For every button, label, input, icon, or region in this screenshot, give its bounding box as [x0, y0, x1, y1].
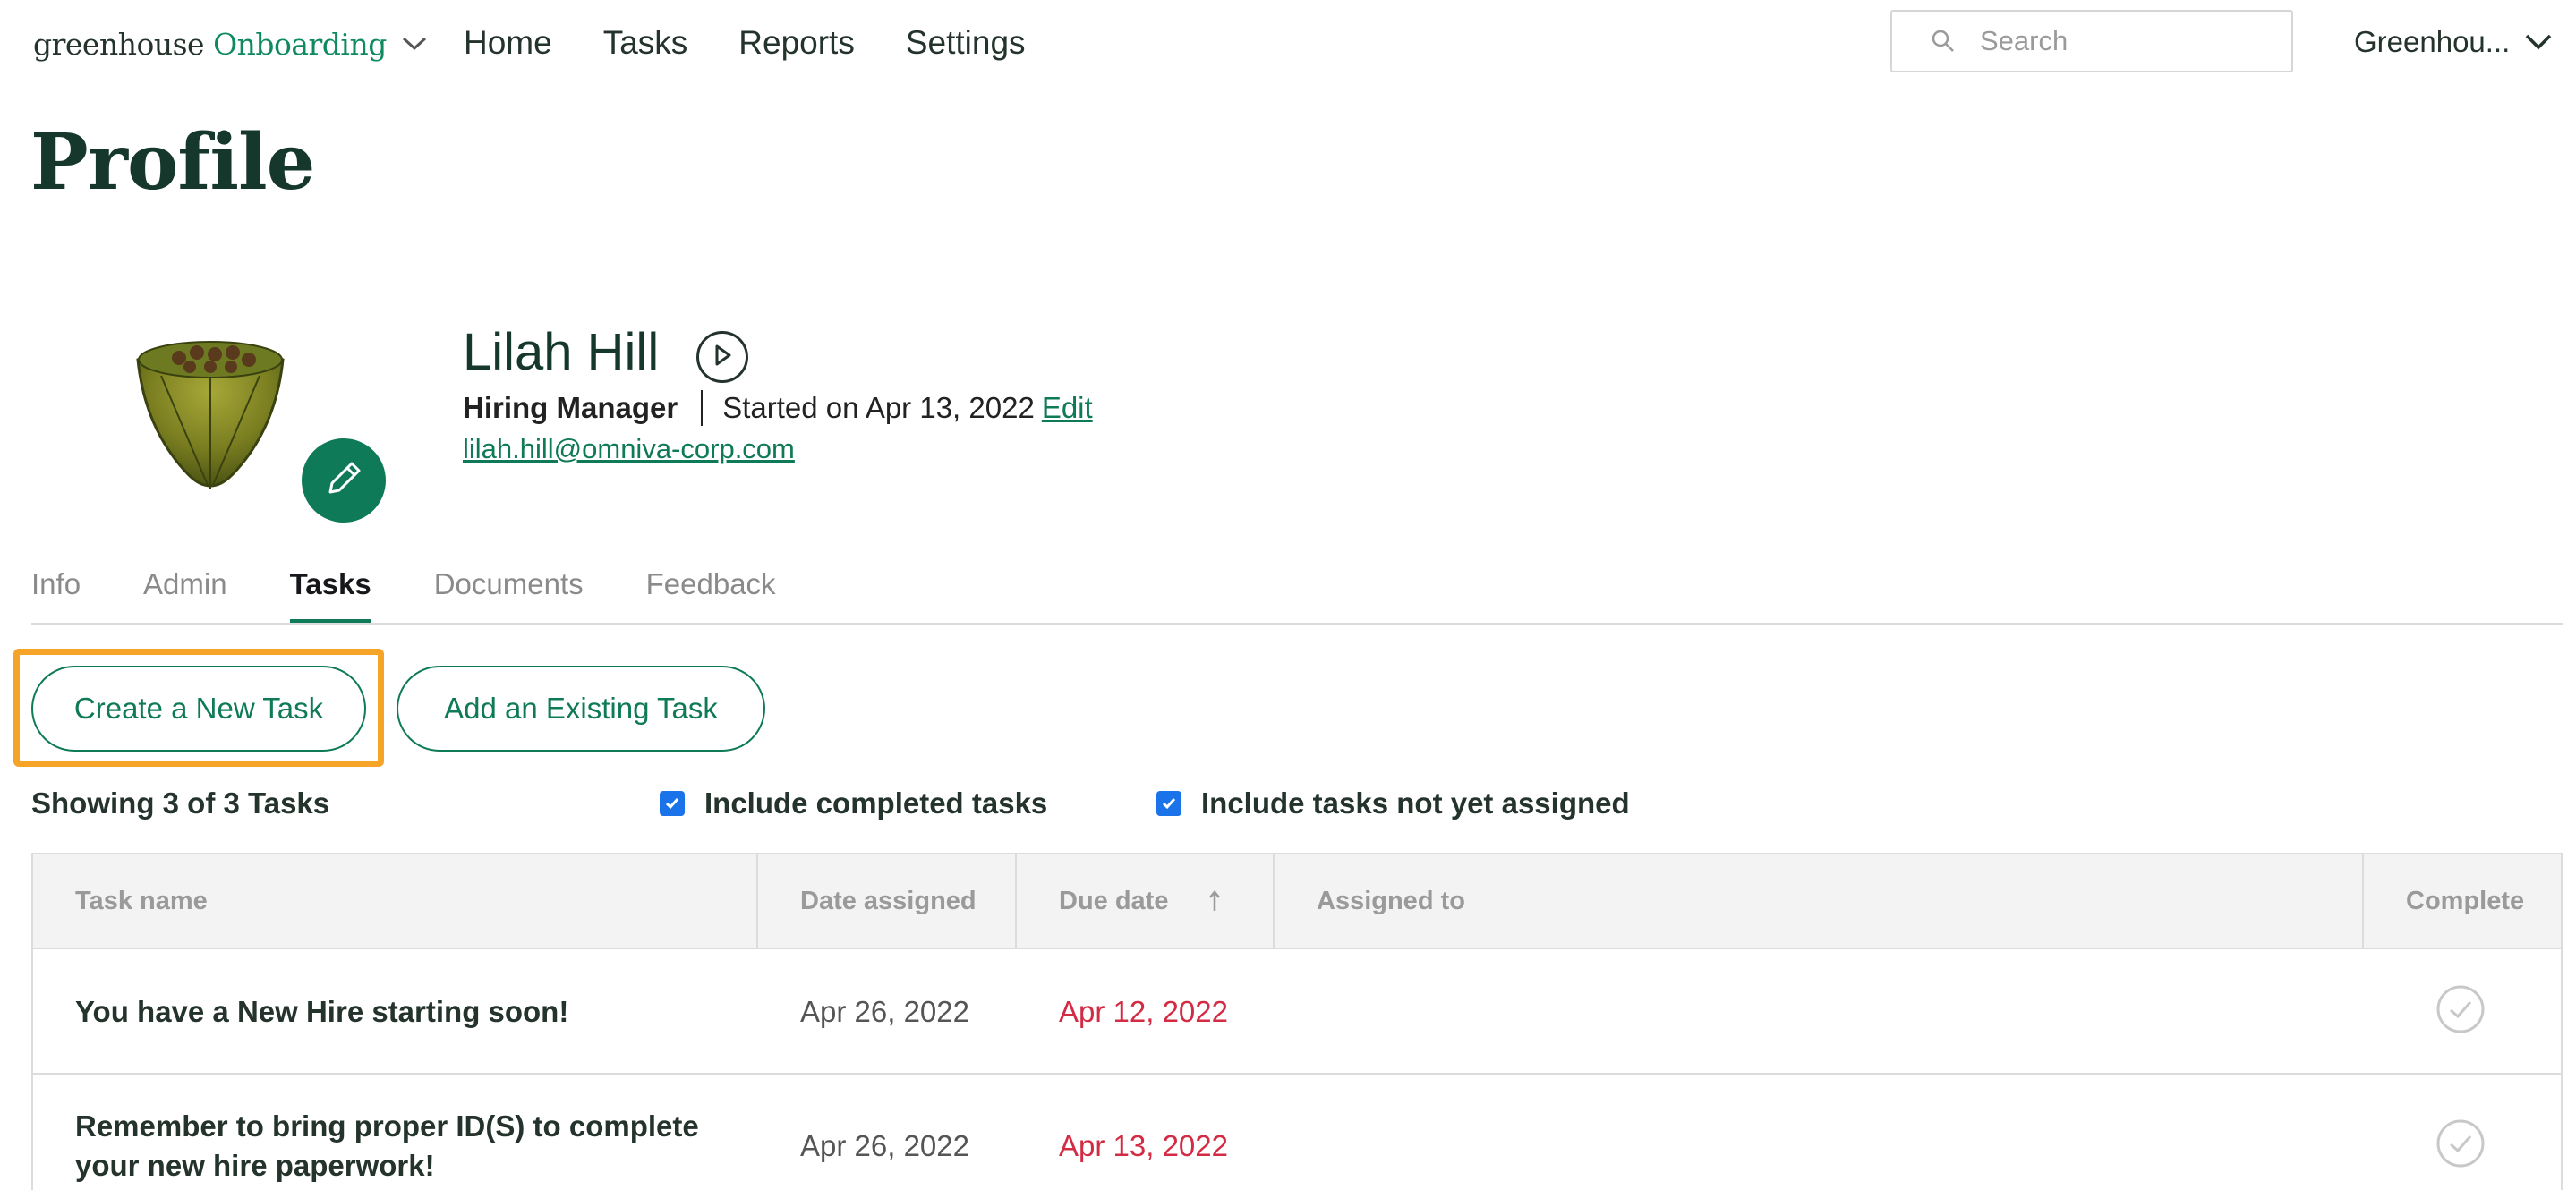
tab-admin[interactable]: Admin: [143, 562, 227, 625]
profile-email-link[interactable]: lilah.hill@omniva-corp.com: [463, 428, 795, 471]
task-name[interactable]: Remember to bring proper ID(S) to comple…: [75, 1107, 755, 1186]
profile-role: Hiring Manager: [463, 391, 678, 424]
profile-start-date: Started on Apr 13, 2022: [722, 391, 1035, 424]
include-completed-checkbox[interactable]: [660, 791, 685, 816]
pencil-icon: [321, 456, 366, 506]
play-icon: [712, 343, 733, 372]
task-name[interactable]: You have a New Hire starting soon!: [75, 992, 755, 1032]
search-box[interactable]: [1890, 10, 2293, 72]
header-assigned-to[interactable]: Assigned to: [1317, 854, 1465, 948]
include-unassigned-label: Include tasks not yet assigned: [1201, 786, 1630, 820]
page-title: Profile: [30, 117, 315, 208]
brand-switcher[interactable]: greenhouse Onboarding: [33, 23, 430, 64]
sort-ascending-icon[interactable]: [1204, 888, 1225, 914]
header-due-date-label: Due date: [1059, 886, 1169, 915]
search-icon: [1928, 26, 1958, 56]
edit-avatar-button[interactable]: [302, 438, 386, 523]
header-complete[interactable]: Complete: [2406, 854, 2524, 948]
column-divider: [2362, 854, 2364, 948]
date-assigned: Apr 26, 2022: [800, 1129, 969, 1162]
include-unassigned-filter[interactable]: Include tasks not yet assigned: [1156, 780, 1630, 827]
table-header: Task name Date assigned Due date Assigne…: [33, 854, 2561, 949]
due-date: Apr 13, 2022: [1059, 1129, 1228, 1162]
header-due-date[interactable]: Due date: [1059, 854, 1225, 948]
tasks-table: Task name Date assigned Due date Assigne…: [31, 853, 2563, 1190]
include-completed-label: Include completed tasks: [704, 786, 1048, 820]
column-divider: [1273, 854, 1275, 948]
header-date-assigned[interactable]: Date assigned: [800, 854, 977, 948]
nav-link-tasks[interactable]: Tasks: [603, 20, 688, 66]
profile-meta: Hiring Manager Started on Apr 13, 2022 E…: [463, 387, 1093, 429]
tab-feedback[interactable]: Feedback: [646, 562, 776, 625]
play-video-button[interactable]: [696, 331, 748, 383]
add-existing-task-button[interactable]: Add an Existing Task: [397, 666, 765, 752]
account-menu[interactable]: Greenhou...: [2354, 20, 2555, 64]
edit-start-date-link[interactable]: Edit: [1042, 387, 1093, 429]
tab-documents[interactable]: Documents: [434, 562, 584, 625]
date-assigned: Apr 26, 2022: [800, 995, 969, 1028]
include-completed-filter[interactable]: Include completed tasks: [660, 780, 1047, 827]
brand-product-name: Onboarding: [213, 26, 387, 62]
tabs-divider: [31, 623, 2563, 625]
column-divider: [756, 854, 758, 948]
profile-name: Lilah Hill: [463, 323, 660, 381]
chevron-down-icon[interactable]: [2522, 26, 2555, 58]
header-task-name[interactable]: Task name: [75, 854, 208, 948]
main-nav-links: Home Tasks Reports Settings: [464, 20, 1026, 66]
nav-link-home[interactable]: Home: [464, 20, 552, 66]
create-new-task-button[interactable]: Create a New Task: [31, 666, 366, 752]
account-name: Greenhou...: [2354, 25, 2511, 58]
table-row: Remember to bring proper ID(S) to comple…: [33, 1075, 2561, 1190]
table-row: You have a New Hire starting soon! Apr 2…: [33, 949, 2561, 1075]
avatar: [125, 331, 295, 501]
search-input[interactable]: [1980, 25, 2275, 57]
brand-logo-text: greenhouse: [33, 26, 205, 62]
tab-info[interactable]: Info: [31, 562, 81, 625]
column-divider: [1015, 854, 1017, 948]
complete-check-icon[interactable]: [2435, 983, 2486, 1035]
meta-divider: [701, 390, 704, 426]
chevron-down-icon[interactable]: [399, 29, 430, 59]
nav-link-reports[interactable]: Reports: [738, 20, 855, 66]
tab-tasks[interactable]: Tasks: [289, 562, 371, 625]
task-count: Showing 3 of 3 Tasks: [31, 786, 330, 820]
include-unassigned-checkbox[interactable]: [1156, 791, 1181, 816]
due-date: Apr 12, 2022: [1059, 995, 1228, 1028]
nav-link-settings[interactable]: Settings: [906, 20, 1026, 66]
top-navigation: greenhouse Onboarding Home Tasks Reports…: [0, 0, 2576, 86]
profile-tabs: Info Admin Tasks Documents Feedback: [31, 562, 776, 625]
complete-check-icon[interactable]: [2435, 1118, 2486, 1169]
